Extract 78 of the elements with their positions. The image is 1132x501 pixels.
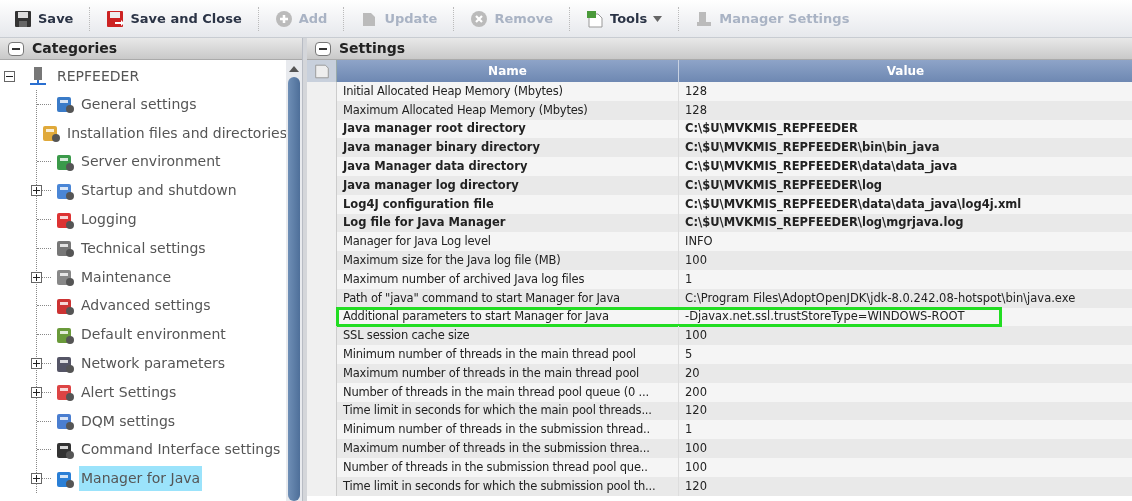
table-cell-text: 200 (684, 383, 708, 401)
tree-item[interactable]: REPFEEDER (55, 65, 142, 87)
table-cell: Log4J configuration file (337, 194, 679, 214)
category-icon (55, 238, 75, 259)
toolbar-button[interactable]: Save and Close (100, 4, 248, 33)
collapse-icon[interactable] (8, 41, 24, 56)
table-cell: Maximum Allocated Heap Memory (Mbytes) (337, 100, 679, 120)
tree-item[interactable]: Command Interface settings (79, 437, 283, 463)
table-cell: Time limit in seconds for which the submission pool th... (337, 476, 679, 496)
table-cell-text: C:\$U\MVKMIS_REPFEEDER\log (684, 176, 884, 195)
toolbar-button[interactable]: Save (8, 4, 80, 33)
scrollbar[interactable] (286, 60, 302, 501)
tree-item[interactable]: Advanced settings (79, 293, 213, 319)
add-icon (274, 9, 293, 28)
category-icon (55, 267, 75, 288)
table-cell-text: -Djavax.net.ssl.trustStoreType=WINDOWS-ROOT (684, 308, 966, 326)
table-cell-text: C:\$U\MVKMIS_REPFEEDER\data\data_java (684, 157, 959, 176)
tree-item[interactable]: Logging (79, 207, 139, 233)
table-cell: Path of "java" command to start Manager for Java (337, 288, 679, 308)
collapse-icon[interactable] (315, 41, 331, 56)
tree-item[interactable]: DQM settings (79, 408, 178, 434)
table-cell-text: C:\$U\MVKMIS_REPFEEDER (684, 120, 859, 138)
table-cell: Initial Allocated Heap Memory (Mbytes) (337, 82, 679, 101)
category-icon (55, 411, 75, 432)
panel-title: Categories (32, 39, 118, 58)
table-cell-text: 100 (684, 327, 708, 345)
category-icon (55, 382, 75, 403)
table-cell-text: 5 (684, 345, 694, 363)
table-cell-text: 100 (684, 458, 708, 476)
tree-item[interactable]: Default environment (79, 322, 228, 348)
table-cell: Maximum number of archived Java log files (337, 269, 679, 289)
table-cell-text: 100 (684, 251, 708, 269)
tree-item[interactable]: Manager for Java (79, 466, 203, 492)
collapse-icon[interactable] (4, 70, 15, 82)
tree-item[interactable]: Installation files and directories (65, 120, 286, 146)
table-cell-text: C:\$U\MVKMIS_REPFEEDER\bin\bin_java (684, 139, 941, 157)
table-cell-text: 20 (684, 364, 701, 382)
category-icon (55, 94, 75, 115)
expand-icon[interactable] (31, 185, 42, 197)
table-cell: Java manager log directory (337, 176, 679, 195)
category-icon (41, 123, 61, 144)
table-cell-text: INFO (684, 233, 714, 251)
expand-icon[interactable] (31, 473, 42, 485)
table-cell: Number of threads in the main thread pool queue (0 ... (337, 382, 679, 402)
panel-title: Settings (339, 39, 406, 58)
table-cell-text: C:\$U\MVKMIS_REPFEEDER\log\mgrjava.log (684, 214, 965, 232)
expand-icon[interactable] (31, 358, 42, 370)
table-cell: Number of threads in the submission thread pool que.. (337, 457, 679, 477)
tree-item[interactable]: Maintenance (79, 264, 174, 290)
table-cell-text: 128 (684, 82, 708, 100)
table-cell: Additional parameters to start Manager for Java (337, 307, 679, 327)
tree-item[interactable]: Alert Settings (79, 379, 179, 405)
table-cell-text: 120 (684, 477, 708, 495)
table-cell-text: 1 (684, 421, 694, 439)
table-cell: Maximum number of threads in the main thread pool (337, 363, 679, 383)
tree-item[interactable]: Network parameters (79, 351, 228, 377)
tree-item[interactable]: Startup and shutdown (79, 178, 239, 204)
table-cell: Maximum size for the Java log file (MB) (337, 251, 679, 270)
tree-item[interactable]: Technical settings (79, 235, 208, 261)
tree-item[interactable]: Server environment (79, 149, 223, 175)
scroll-up-icon[interactable] (288, 64, 300, 74)
expand-icon[interactable] (31, 386, 42, 398)
table-cell-text: 120 (684, 402, 708, 420)
expand-icon[interactable] (31, 271, 42, 283)
remove-icon (470, 9, 489, 28)
category-icon (55, 152, 75, 172)
table-cell-text: 1 (684, 270, 694, 288)
table-cell-text: C:\Program Files\AdoptOpenJDK\jdk-8.0.242.08-hotspot\bin\java.exe (684, 289, 1077, 307)
table-cell-text: C:\$U\MVKMIS_REPFEEDER\data\data_java\log4j.xml (684, 195, 1023, 214)
table-cell: Minimum number of threads in the main thread pool (337, 345, 679, 364)
table-cell: Java Manager data directory (337, 157, 679, 176)
table-cell-text: 128 (684, 101, 708, 119)
table-cell: Maximum number of threads in the submission threa... (337, 439, 679, 458)
toolbar-button[interactable]: Tools (580, 4, 669, 33)
tree-item[interactable]: General settings (79, 91, 199, 117)
table-cell-text: 100 (684, 439, 708, 457)
computer-icon (29, 66, 47, 86)
row-header[interactable] (307, 82, 337, 101)
